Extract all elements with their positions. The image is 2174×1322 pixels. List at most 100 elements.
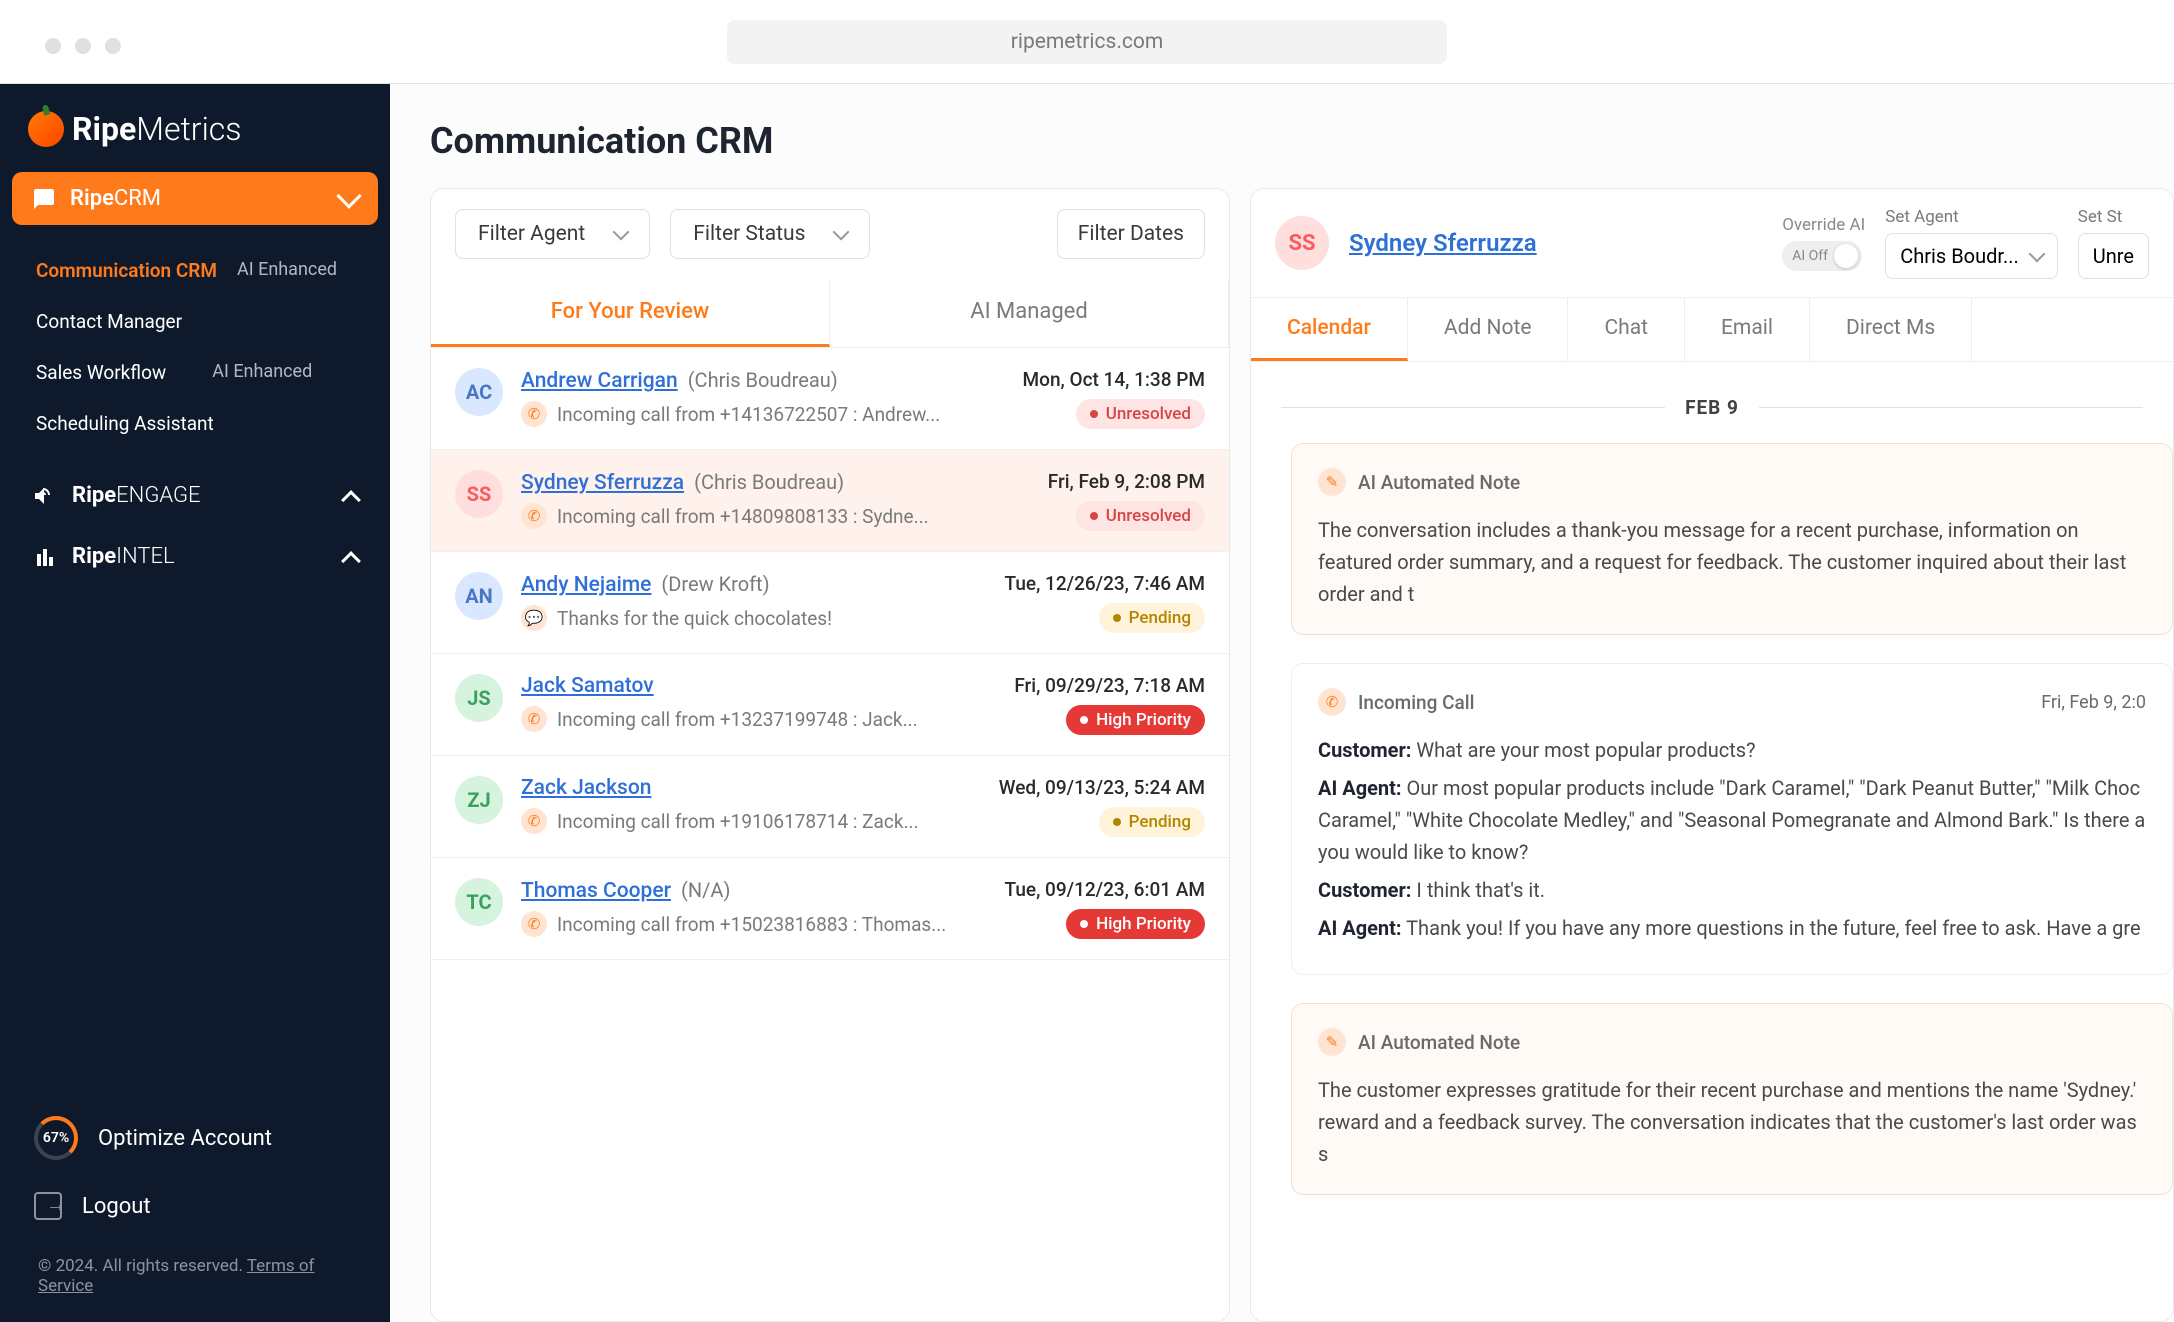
avatar: JS: [455, 674, 503, 722]
ai-toggle[interactable]: AI Off: [1782, 241, 1862, 271]
phone-icon: ✆: [521, 808, 547, 834]
phone-icon: ✆: [1318, 688, 1346, 716]
chevron-up-icon: [341, 490, 361, 510]
megaphone-icon: [32, 484, 56, 508]
filter-agent[interactable]: Filter Agent: [455, 209, 650, 259]
bar-chart-icon: [32, 545, 56, 569]
tab-email[interactable]: Email: [1685, 298, 1810, 361]
status-badge: Unresolved: [1076, 501, 1205, 531]
preview-text: Incoming call from +15023816883 : Thomas…: [557, 913, 946, 936]
nav-ripeintel[interactable]: RipeINTEL: [12, 526, 378, 587]
agent-name: (Chris Boudreau): [688, 368, 838, 392]
avatar: TC: [455, 878, 503, 926]
agent-name: (Drew Kroft): [661, 572, 769, 596]
conversation-list-panel: Filter Agent Filter Status Filter Dates …: [430, 188, 1230, 1322]
pencil-icon: ✎: [1318, 1028, 1346, 1056]
sidebar-item-scheduling-assistant[interactable]: Scheduling Assistant: [36, 412, 214, 435]
caret-down-icon: [2028, 246, 2045, 263]
set-agent-field: Set Agent Chris Boudr...: [1885, 207, 2058, 279]
nav-ripecrm[interactable]: RipeCRM: [12, 172, 378, 225]
set-agent-select[interactable]: Chris Boudr...: [1885, 233, 2058, 279]
preview-text: Thanks for the quick chocolates!: [557, 607, 832, 630]
status-badge: High Priority: [1066, 705, 1205, 735]
tab-chat[interactable]: Chat: [1568, 298, 1685, 361]
contact-name[interactable]: Sydney Sferruzza: [521, 471, 684, 495]
sidebar-item-ai-enhanced-2[interactable]: AI Enhanced: [212, 361, 312, 384]
status-badge: Unresolved: [1076, 399, 1205, 429]
filter-status[interactable]: Filter Status: [670, 209, 870, 259]
list-item[interactable]: TC Thomas Cooper (N/A) ✆ Incoming call fr…: [431, 858, 1229, 960]
agent-name: (Chris Boudreau): [694, 470, 844, 494]
date-divider: FEB 9: [1251, 382, 2173, 443]
phone-icon: ✆: [521, 503, 547, 529]
timestamp: Fri, 09/29/23, 7:18 AM: [1014, 674, 1205, 697]
status-badge: High Priority: [1066, 909, 1205, 939]
contact-name[interactable]: Andrew Carrigan: [521, 369, 678, 393]
detail-tabs: Calendar Add Note Chat Email Direct Ms: [1251, 297, 2173, 362]
contact-name[interactable]: Andy Nejaime: [521, 573, 651, 597]
conversation-list: AC Andrew Carrigan (Chris Boudreau) ✆ Inc…: [431, 348, 1229, 960]
preview-text: Incoming call from +14136722507 : Andrew…: [557, 403, 940, 426]
window-controls: [45, 38, 121, 54]
tab-ai-managed[interactable]: AI Managed: [830, 279, 1229, 347]
sidebar-item-contact-manager[interactable]: Contact Manager: [36, 310, 182, 333]
timestamp: Tue, 12/26/23, 7:46 AM: [1005, 572, 1205, 595]
incoming-call-card: ✆ Incoming Call Fri, Feb 9, 2:0 Customer…: [1291, 663, 2173, 975]
nav-ripeengage[interactable]: RipeENGAGE: [12, 465, 378, 526]
avatar: SS: [455, 470, 503, 518]
tab-add-note[interactable]: Add Note: [1408, 298, 1569, 361]
sub-nav: Communication CRM AI Enhanced Contact Ma…: [12, 239, 378, 465]
timeline: FEB 9 ✎ AI Automated Note The conversati…: [1251, 362, 2173, 1243]
tab-calendar[interactable]: Calendar: [1251, 298, 1408, 361]
call-timestamp: Fri, Feb 9, 2:0: [2041, 692, 2146, 713]
contact-name[interactable]: Jack Samatov: [521, 674, 654, 698]
progress-ring: 67%: [34, 1116, 78, 1160]
contact-name[interactable]: Zack Jackson: [521, 776, 651, 800]
caret-down-icon: [833, 224, 850, 241]
logout-button[interactable]: Logout: [24, 1176, 366, 1236]
chevron-down-icon: [336, 183, 361, 208]
footer: © 2024. All rights reserved. Terms of Se…: [24, 1236, 366, 1304]
filter-dates[interactable]: Filter Dates: [1057, 209, 1205, 259]
message-icon: 💬: [521, 605, 547, 631]
sidebar-item-sales-workflow[interactable]: Sales Workflow: [36, 361, 166, 384]
browser-chrome: ripemetrics.com: [0, 0, 2174, 84]
sidebar-item-ai-enhanced-1[interactable]: AI Enhanced: [237, 259, 337, 282]
override-ai: Override AI AI Off: [1782, 215, 1865, 271]
list-item[interactable]: JS Jack Samatov ✆ Incoming call from +132…: [431, 654, 1229, 756]
list-item[interactable]: AN Andy Nejaime (Drew Kroft) 💬Thanks for…: [431, 552, 1229, 654]
logout-icon: [34, 1192, 62, 1220]
avatar: AC: [455, 368, 503, 416]
timestamp: Fri, Feb 9, 2:08 PM: [1048, 470, 1205, 493]
preview-text: Incoming call from +13237199748 : Jack..…: [557, 708, 918, 731]
contact-name[interactable]: Thomas Cooper: [521, 879, 671, 903]
list-item[interactable]: AC Andrew Carrigan (Chris Boudreau) ✆ Inc…: [431, 348, 1229, 450]
preview-text: Incoming call from +19106178714 : Zack..…: [557, 810, 919, 833]
logo-icon: [28, 111, 64, 147]
timestamp: Mon, Oct 14, 1:38 PM: [1023, 368, 1205, 391]
phone-icon: ✆: [521, 911, 547, 937]
phone-icon: ✆: [521, 401, 547, 427]
phone-icon: ✆: [521, 706, 547, 732]
detail-avatar: SS: [1275, 216, 1329, 270]
url-bar[interactable]: ripemetrics.com: [727, 20, 1447, 64]
preview-text: Incoming call from +14809808133 : Sydne.…: [557, 505, 929, 528]
logo: RipeMetrics: [12, 102, 378, 172]
tab-direct-msg[interactable]: Direct Ms: [1810, 298, 1972, 361]
timestamp: Wed, 09/13/23, 5:24 AM: [999, 776, 1205, 799]
list-item[interactable]: SS Sydney Sferruzza (Chris Boudreau) ✆ In…: [431, 450, 1229, 552]
list-tabs: For Your Review AI Managed: [431, 279, 1229, 348]
list-item[interactable]: ZJ Zack Jackson ✆ Incoming call from +191…: [431, 756, 1229, 858]
maximize-dot[interactable]: [105, 38, 121, 54]
agent-name: (N/A): [681, 878, 730, 902]
close-dot[interactable]: [45, 38, 61, 54]
minimize-dot[interactable]: [75, 38, 91, 54]
optimize-account[interactable]: 67% Optimize Account: [24, 1100, 366, 1176]
sidebar-item-communication-crm[interactable]: Communication CRM: [36, 259, 217, 282]
tab-for-your-review[interactable]: For Your Review: [431, 279, 830, 347]
chevron-up-icon: [341, 551, 361, 571]
set-status-select[interactable]: Unre: [2078, 233, 2149, 279]
detail-contact-name[interactable]: Sydney Sferruzza: [1349, 229, 1537, 257]
main: Communication CRM Filter Agent Filter St…: [390, 84, 2174, 1322]
avatar: ZJ: [455, 776, 503, 824]
